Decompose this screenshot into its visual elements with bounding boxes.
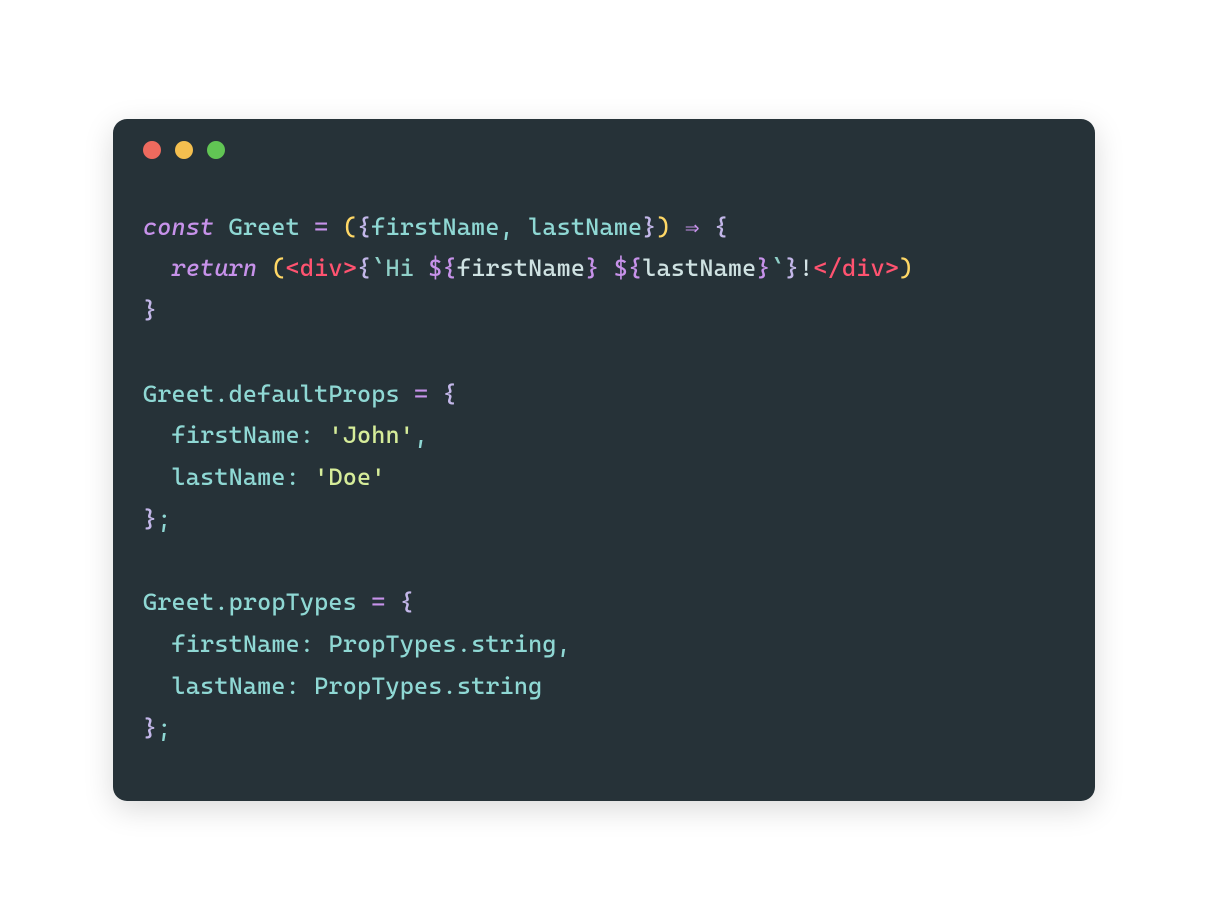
code-line-7: lastName: 'Doe'	[143, 463, 385, 491]
code-line-6: firstName: 'John',	[143, 421, 428, 449]
arrow-operator: ⇒	[685, 213, 700, 241]
code-line-10: Greet.propTypes = {	[143, 588, 414, 616]
minimize-icon[interactable]	[175, 141, 193, 159]
code-line-8: };	[143, 505, 172, 533]
window-titlebar	[113, 119, 1095, 159]
code-line-13: };	[143, 714, 172, 742]
code-line-2: return (<div>{`Hi ${firstName} ${lastNam…	[143, 254, 913, 282]
code-window: const Greet = ({firstName, lastName}) ⇒ …	[113, 119, 1095, 802]
code-line-5: Greet.defaultProps = {	[143, 380, 457, 408]
code-line-12: lastName: PropTypes.string	[143, 672, 542, 700]
close-icon[interactable]	[143, 141, 161, 159]
code-line-1: const Greet = ({firstName, lastName}) ⇒ …	[143, 213, 728, 241]
maximize-icon[interactable]	[207, 141, 225, 159]
jsx-close-tag: </div>	[813, 254, 899, 282]
code-line-3: }	[143, 296, 157, 324]
jsx-open-tag: <div>	[286, 254, 357, 282]
code-block: const Greet = ({firstName, lastName}) ⇒ …	[113, 159, 1095, 802]
code-line-11: firstName: PropTypes.string,	[143, 630, 571, 658]
keyword-return: return	[172, 254, 258, 282]
keyword-const: const	[143, 213, 214, 241]
identifier-greet: Greet	[229, 213, 300, 241]
